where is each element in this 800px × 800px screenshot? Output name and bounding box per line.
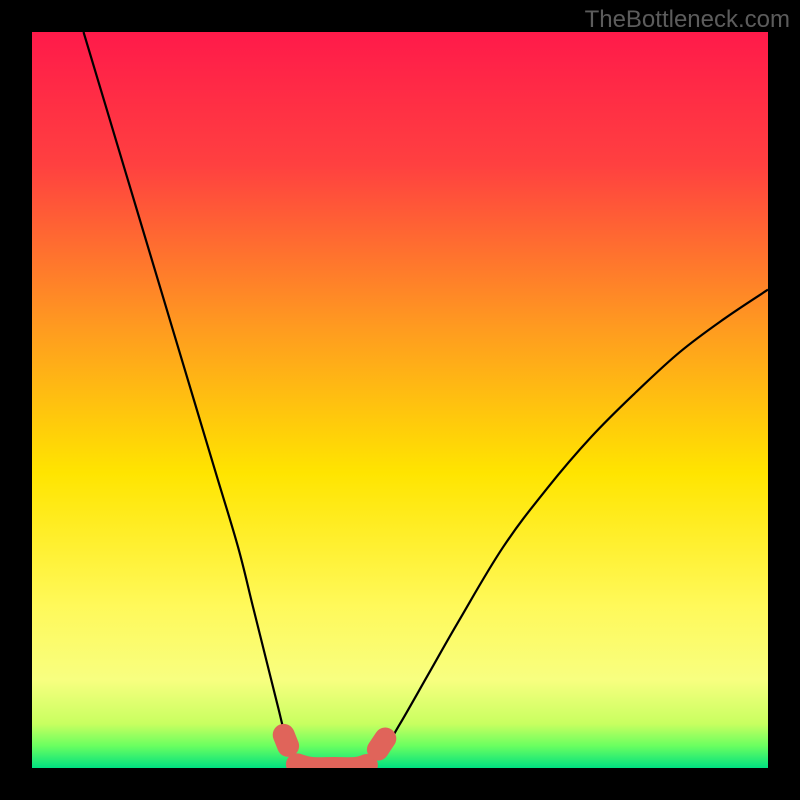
series-flat-bottom-band-left-dot xyxy=(284,735,288,746)
series-flat-bottom-band xyxy=(297,764,367,768)
plot-svg xyxy=(32,32,768,768)
plot-area xyxy=(32,32,768,768)
gradient-background xyxy=(32,32,768,768)
watermark-text: TheBottleneck.com xyxy=(585,6,790,34)
chart-frame: TheBottleneck.com xyxy=(0,0,800,800)
series-flat-bottom-band-right-dot xyxy=(378,739,385,750)
